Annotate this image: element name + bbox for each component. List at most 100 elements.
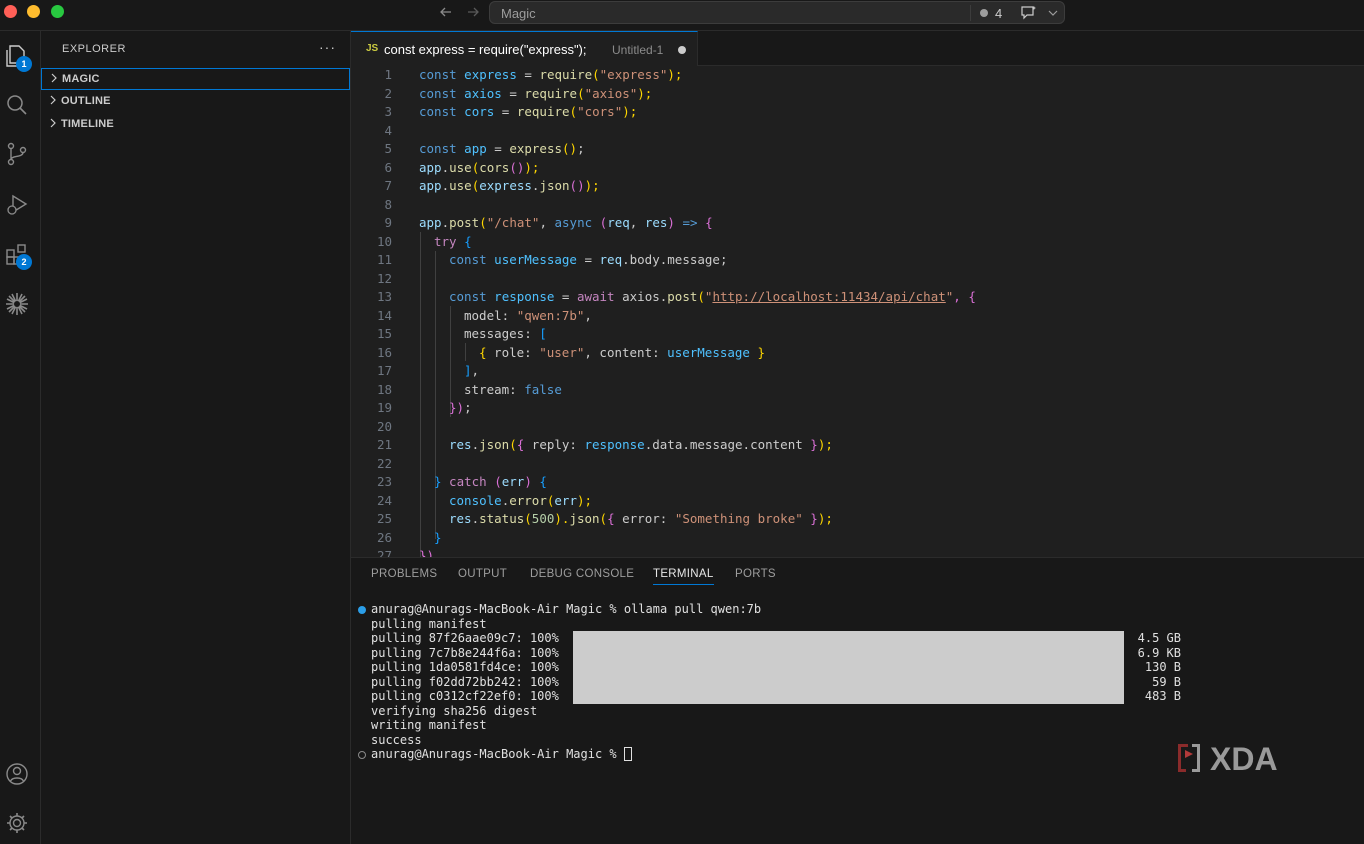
terminal-line: verifying sha256 digest xyxy=(371,703,538,718)
command-center[interactable]: Magic 4 xyxy=(489,1,1065,24)
tab-ports[interactable]: PORTS xyxy=(735,568,776,580)
section-label: OUTLINE xyxy=(61,95,111,107)
search-icon[interactable] xyxy=(4,92,30,118)
progress-bar xyxy=(573,645,1124,660)
line-number: 5 xyxy=(384,141,392,156)
code-line: 10 try { xyxy=(351,233,1364,252)
extensions-icon[interactable]: 2 xyxy=(4,241,32,270)
terminal[interactable]: anurag@Anurags-MacBook-Air Magic % ollam… xyxy=(351,602,1364,844)
command-center-label: Magic xyxy=(501,6,536,21)
url-link[interactable]: http://localhost:11434/api/chat xyxy=(712,289,945,304)
explorer-sidebar: EXPLORER ··· MAGIC OUTLINE TIMELINE xyxy=(41,31,351,844)
sidebar-title: EXPLORER xyxy=(62,43,126,55)
line-number: 10 xyxy=(376,233,392,249)
line-number: 25 xyxy=(376,511,392,526)
layer-label: pulling 87f26aae09c7: 100% xyxy=(371,631,559,645)
layer-size: 4.5 GB xyxy=(1137,631,1181,645)
arrow-left-icon[interactable] xyxy=(438,4,454,24)
progress-bar xyxy=(573,689,1124,704)
tab-problems[interactable]: PROBLEMS xyxy=(371,568,437,580)
progress-bar xyxy=(573,660,1124,675)
code-line: 19}); xyxy=(351,399,1364,418)
code-line: 9 app.post("/chat", async (req, res) => { xyxy=(351,214,1364,233)
layer-size: 483 B xyxy=(1144,689,1181,703)
account-icon[interactable] xyxy=(4,761,30,787)
code-line: 20 xyxy=(351,418,1364,437)
layer-size: 130 B xyxy=(1144,660,1181,674)
terminal-line: success xyxy=(371,732,422,747)
line-number: 4 xyxy=(384,122,392,138)
bottom-panel: PROBLEMS OUTPUT DEBUG CONSOLE TERMINAL P… xyxy=(351,557,1364,844)
code-line: 15 messages: [ xyxy=(351,325,1364,344)
code-line: 2 const axios = require("axios"); xyxy=(351,85,1364,104)
unsaved-dot-icon[interactable] xyxy=(678,46,686,54)
line-number: 13 xyxy=(376,289,392,304)
layer-size: 59 B xyxy=(1152,674,1181,689)
line-number: 17 xyxy=(376,363,392,378)
minimize-window-button[interactable] xyxy=(27,5,40,18)
progress-bar xyxy=(573,674,1124,689)
terminal-cursor xyxy=(623,747,632,761)
code-line: 11 const userMessage = req.body.message; xyxy=(351,251,1364,270)
code-line: 5 const app = express(); xyxy=(351,140,1364,159)
status-dot-icon xyxy=(980,9,988,17)
chat-icon[interactable] xyxy=(1020,5,1038,26)
line-number: 20 xyxy=(376,418,392,434)
layer-label: pulling f02dd72bb242: 100% xyxy=(371,674,559,689)
xda-logo: XDA xyxy=(1176,740,1304,785)
chevron-right-icon xyxy=(49,117,57,132)
line-number: 16 xyxy=(376,344,392,360)
code-line: 7 app.use(express.json()); xyxy=(351,177,1364,196)
line-number: 2 xyxy=(384,85,392,101)
code-line: 24 console.error(err); xyxy=(351,492,1364,511)
line-number: 8 xyxy=(384,196,392,212)
code-line: 18 stream: false xyxy=(351,381,1364,400)
source-control-icon[interactable] xyxy=(4,141,30,167)
line-number: 22 xyxy=(376,455,392,471)
code-line: 22 xyxy=(351,455,1364,474)
code-line: 4 xyxy=(351,122,1364,141)
command-success-icon[interactable] xyxy=(358,606,366,614)
line-number: 7 xyxy=(384,178,392,193)
layer-size: 6.9 KB xyxy=(1137,645,1181,660)
gear-icon[interactable] xyxy=(4,810,30,836)
tab-output[interactable]: OUTPUT xyxy=(458,568,507,580)
line-number: 18 xyxy=(376,381,392,397)
close-window-button[interactable] xyxy=(4,5,17,18)
tab-terminal[interactable]: TERMINAL xyxy=(653,568,714,585)
code-line: 12 xyxy=(351,270,1364,289)
run-debug-icon[interactable] xyxy=(4,191,30,217)
prompt-text: anurag@Anurags-MacBook-Air Magic % xyxy=(371,747,624,761)
sparkle-asterisk-icon[interactable] xyxy=(4,291,30,317)
line-number: 19 xyxy=(376,400,392,415)
explorer-icon[interactable]: 1 xyxy=(4,43,32,72)
section-outline[interactable]: OUTLINE xyxy=(41,91,350,113)
command-pending-icon[interactable] xyxy=(358,751,366,759)
arrow-right-icon[interactable] xyxy=(465,4,481,24)
explorer-badge: 1 xyxy=(16,56,32,72)
editor-tab[interactable]: JS const express = require("express"); U… xyxy=(351,31,698,66)
section-label: TIMELINE xyxy=(61,118,114,130)
section-timeline[interactable]: TIMELINE xyxy=(41,114,350,136)
line-number: 14 xyxy=(376,307,392,323)
code-line: 6 app.use(cors()); xyxy=(351,159,1364,178)
code-editor[interactable]: 1 const express = require("express"); 2 co… xyxy=(351,66,1364,557)
terminal-line: pulling manifest xyxy=(371,616,487,631)
line-number: 1 xyxy=(384,67,392,82)
code-line: 3 const cors = require("cors"); xyxy=(351,103,1364,122)
code-line: 1 const express = require("express"); xyxy=(351,66,1364,85)
section-magic[interactable]: MAGIC xyxy=(41,68,350,90)
tab-title: const express = require("express"); xyxy=(384,42,587,57)
more-actions-icon[interactable]: ··· xyxy=(319,39,336,55)
maximize-window-button[interactable] xyxy=(51,5,64,18)
terminal-line: writing manifest xyxy=(371,718,487,732)
activity-bar: 1 2 xyxy=(0,31,41,844)
layer-label: pulling 1da0581fd4ce: 100% xyxy=(371,660,559,674)
code-line: 14 model: "qwen:7b", xyxy=(351,307,1364,326)
line-number: 26 xyxy=(376,529,392,545)
tab-debug-console[interactable]: DEBUG CONSOLE xyxy=(530,568,634,580)
line-number: 9 xyxy=(384,215,392,230)
chevron-down-icon[interactable] xyxy=(1047,5,1059,24)
javascript-file-icon: JS xyxy=(366,43,379,54)
line-number: 6 xyxy=(384,159,392,175)
